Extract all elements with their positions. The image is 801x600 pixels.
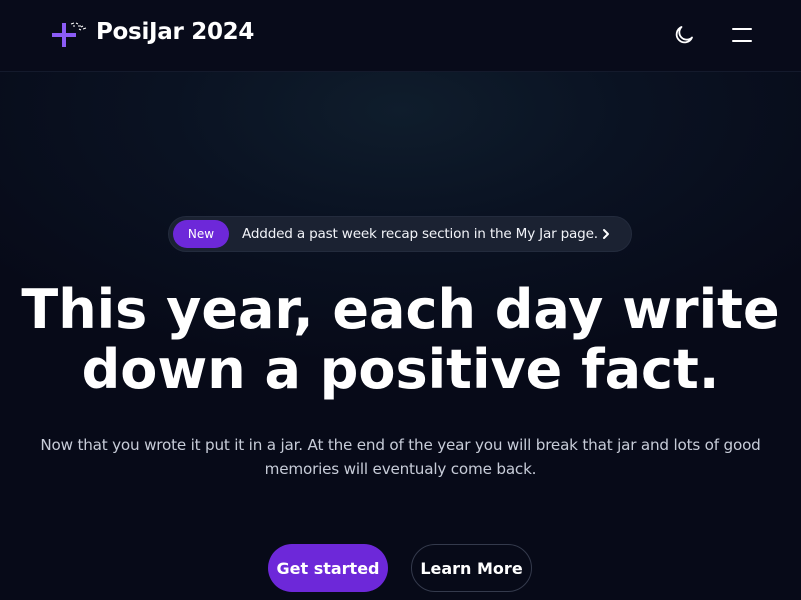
hero-headline: This year, each day write down a positiv…	[20, 280, 781, 400]
sparkle-plus-icon[interactable]	[52, 20, 88, 50]
new-badge: New	[173, 220, 229, 248]
moon-icon[interactable]	[672, 23, 696, 47]
headline-line-2: down a positive fact.	[81, 338, 720, 401]
headline-line-1: This year, each day write	[21, 278, 780, 341]
learn-more-button[interactable]: Learn More	[411, 544, 532, 592]
announcement-text: Addded a past week recap section in the …	[242, 226, 598, 242]
site-header: PosiJar 2024	[0, 0, 801, 72]
get-started-button[interactable]: Get started	[268, 544, 388, 592]
page: PosiJar 2024 New Addded a past week reca…	[0, 0, 801, 600]
brand-name[interactable]: PosiJar 2024	[96, 19, 254, 45]
hero-subtext: Now that you wrote it put it in a jar. A…	[40, 436, 761, 478]
announcement-pill[interactable]: New Addded a past week recap section in …	[168, 216, 632, 252]
hamburger-menu-icon[interactable]	[728, 23, 756, 47]
chevron-right-icon	[603, 229, 609, 239]
